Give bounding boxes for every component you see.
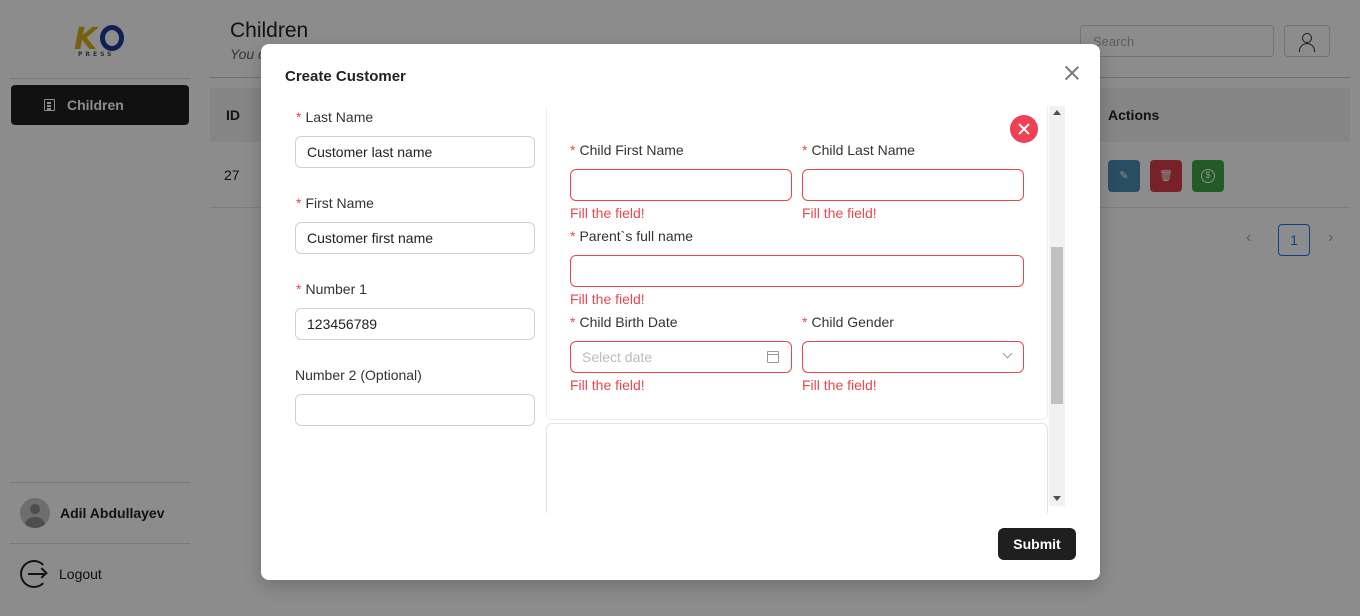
label-first-name: * First Name	[296, 195, 374, 211]
scroll-down-arrow[interactable]	[1053, 496, 1061, 501]
close-icon[interactable]	[1063, 64, 1081, 82]
scroll-up-arrow[interactable]	[1053, 110, 1061, 115]
label-child-first-name: * Child First Name	[570, 142, 684, 158]
label-child-birth-date: * Child Birth Date	[570, 314, 678, 330]
birth-date-picker[interactable]: Select date	[570, 341, 792, 373]
submit-button[interactable]: Submit	[998, 528, 1076, 560]
last-name-field[interactable]: Customer last name	[295, 136, 535, 168]
label-last-name: * Last Name	[296, 109, 374, 125]
label-number1: * Number 1	[296, 281, 367, 297]
date-placeholder: Select date	[582, 349, 653, 365]
gender-select[interactable]	[802, 341, 1024, 373]
error-message: Fill the field!	[802, 377, 877, 393]
scrollbar[interactable]	[1049, 106, 1065, 506]
number1-field[interactable]: 123456789	[295, 308, 535, 340]
child-last-name-field[interactable]	[802, 169, 1024, 201]
parent-name-field[interactable]	[570, 255, 1024, 287]
calendar-icon	[767, 351, 779, 363]
label-child-last-name: * Child Last Name	[802, 142, 915, 158]
modal-title: Create Customer	[285, 68, 406, 85]
error-message: Fill the field!	[570, 205, 645, 221]
label-parent-name: * Parent`s full name	[570, 228, 694, 244]
chevron-down-icon	[1002, 348, 1013, 359]
error-message: Fill the field!	[802, 205, 877, 221]
first-name-field[interactable]: Customer first name	[295, 222, 535, 254]
child-form-panel	[546, 423, 1048, 513]
error-message: Fill the field!	[570, 377, 645, 393]
label-child-gender: * Child Gender	[802, 314, 894, 330]
error-message: Fill the field!	[570, 291, 645, 307]
scroll-thumb[interactable]	[1051, 247, 1063, 404]
child-first-name-field[interactable]	[570, 169, 792, 201]
create-customer-modal: Create Customer * Last Name Customer last…	[261, 44, 1100, 580]
label-number2: Number 2 (Optional)	[295, 367, 422, 383]
remove-child-button[interactable]	[1010, 115, 1038, 143]
number2-field[interactable]	[295, 394, 535, 426]
